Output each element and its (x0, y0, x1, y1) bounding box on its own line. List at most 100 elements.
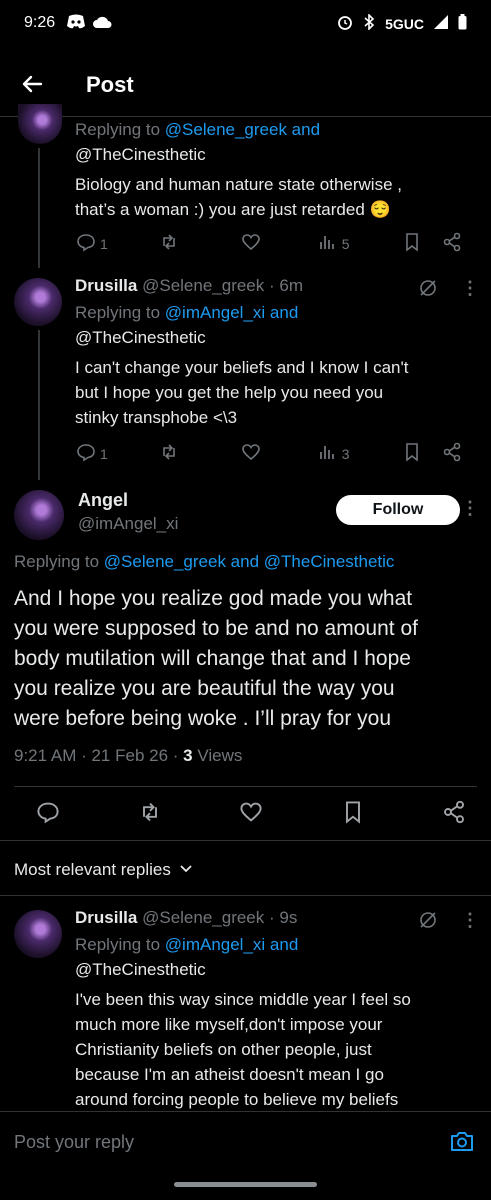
bookmark-icon[interactable] (341, 800, 365, 829)
camera-icon[interactable] (450, 1130, 474, 1157)
thread-line (38, 330, 40, 480)
views-button[interactable]: 5 (318, 232, 403, 255)
tweet-reply-context: Replying to @imAngel_xi and (75, 303, 299, 322)
reply-sort-label: Most relevant replies (14, 860, 171, 879)
discord-icon (66, 14, 86, 35)
repost-icon (159, 232, 179, 255)
share-icon (442, 232, 462, 255)
cloud-icon (92, 15, 112, 34)
reply-input[interactable]: Post your reply (14, 1132, 134, 1153)
repost-icon[interactable] (138, 800, 162, 829)
tweet-text: stinky transphobe <\3 (75, 408, 238, 427)
mention-link[interactable]: @TheCinesthetic (75, 142, 206, 167)
tweet-text: much more like myself,don't impose your (75, 1015, 383, 1034)
like-button[interactable] (241, 442, 318, 465)
share-button[interactable] (442, 442, 471, 465)
tweet-text: that’s a woman :) you are just retarded … (75, 200, 391, 219)
tweet-actions: 1 5 (76, 232, 471, 255)
more-options-icon[interactable]: ⋮ (461, 278, 479, 299)
status-time: 9:26 (24, 14, 56, 31)
heart-icon (241, 232, 261, 255)
battery-icon (458, 14, 467, 33)
avatar[interactable] (14, 490, 64, 540)
reply-icon (76, 442, 96, 465)
views-count: 3 (183, 746, 193, 765)
status-bar: 9:26 5GUC (0, 0, 491, 48)
tweet-text: because I'm an atheist doesn't mean I go (75, 1065, 384, 1084)
share-button[interactable] (442, 232, 471, 255)
mention-link[interactable]: @imAngel_xi and (165, 303, 299, 322)
follow-button[interactable]: Follow (336, 495, 460, 525)
alarm-icon (337, 14, 353, 33)
reply-sort-dropdown[interactable]: Most relevant replies (14, 860, 193, 880)
display-name[interactable]: Angel (78, 490, 128, 511)
divider (0, 895, 491, 896)
reply-button[interactable]: 1 (76, 442, 159, 465)
views-count: 3 (341, 445, 350, 462)
chevron-down-icon (179, 860, 193, 880)
mention-link[interactable]: @Selene_greek and @TheCinesthetic (104, 552, 395, 571)
views-icon (318, 442, 338, 465)
handle[interactable]: @imAngel_xi (78, 514, 178, 534)
mention-link[interactable]: @imAngel_xi and (165, 935, 299, 954)
page-title: Post (86, 72, 134, 97)
reply-count: 1 (100, 445, 108, 462)
mention-link[interactable]: @Selene_greek and (165, 120, 320, 139)
tweet-header: Drusilla @Selene_greek · 6m (75, 276, 303, 296)
reply-icon (76, 232, 96, 255)
views-count: 5 (341, 235, 350, 252)
back-arrow-icon[interactable] (20, 72, 44, 101)
thread-line (38, 148, 40, 268)
avatar[interactable] (14, 278, 62, 326)
status-right: 5GUC (337, 13, 467, 33)
grok-icon[interactable] (418, 278, 438, 303)
divider (0, 840, 491, 841)
divider (14, 786, 477, 787)
share-icon[interactable] (442, 800, 466, 829)
handle-time: @Selene_greek · 6m (142, 276, 303, 295)
display-name[interactable]: Drusilla (75, 276, 137, 295)
mention-link[interactable]: @TheCinesthetic (75, 957, 206, 982)
tweet-reply-context: Replying to @Selene_greek and @TheCinest… (14, 552, 395, 571)
share-icon (442, 442, 462, 465)
handle-time: @Selene_greek · 9s (142, 908, 298, 927)
repost-button[interactable] (159, 232, 242, 255)
bookmark-icon (402, 442, 422, 465)
tweet-text: I've been this way since middle year I f… (75, 990, 411, 1009)
repost-icon (159, 442, 179, 465)
reply-count: 1 (100, 235, 108, 252)
bluetooth-icon (363, 13, 375, 33)
more-options-icon[interactable]: ⋮ (461, 498, 479, 519)
grok-icon[interactable] (418, 910, 438, 935)
display-name[interactable]: Drusilla (75, 908, 137, 927)
header: Post (0, 56, 491, 114)
mention-link[interactable]: @TheCinesthetic (75, 325, 206, 350)
tweet-reply-context: Replying to @Selene_greek and (75, 120, 321, 139)
tweet-text: around forcing people to believe my beli… (75, 1090, 399, 1109)
bookmark-button[interactable] (402, 232, 441, 255)
repost-button[interactable] (159, 442, 242, 465)
signal-icon (434, 15, 448, 32)
tweet-text: Christianity beliefs on other people, ju… (75, 1040, 372, 1059)
reply-button[interactable]: 1 (76, 232, 159, 255)
reply-composer: Post your reply (0, 1111, 491, 1173)
tweet-text: Biology and human nature state otherwise… (75, 175, 402, 194)
bookmark-icon (402, 232, 422, 255)
reply-icon[interactable] (36, 800, 60, 829)
tweet-header: Drusilla @Selene_greek · 9s (75, 908, 297, 928)
tweet-text: but I hope you get the help you need you (75, 383, 384, 402)
views-icon (318, 232, 338, 255)
avatar[interactable] (18, 104, 62, 144)
tweet-text: I can't change your beliefs and I know I… (75, 358, 409, 377)
main-tweet-text: And I hope you realize god made you what… (14, 587, 418, 730)
views-button[interactable]: 3 (318, 442, 403, 465)
bookmark-button[interactable] (402, 442, 441, 465)
main-tweet-actions (36, 800, 466, 829)
home-indicator (174, 1182, 317, 1187)
avatar[interactable] (14, 910, 62, 958)
tweet-reply-context: Replying to @imAngel_xi and (75, 935, 299, 954)
more-options-icon[interactable]: ⋮ (461, 910, 479, 931)
like-button[interactable] (241, 232, 318, 255)
heart-icon (241, 442, 261, 465)
heart-icon[interactable] (239, 800, 263, 829)
